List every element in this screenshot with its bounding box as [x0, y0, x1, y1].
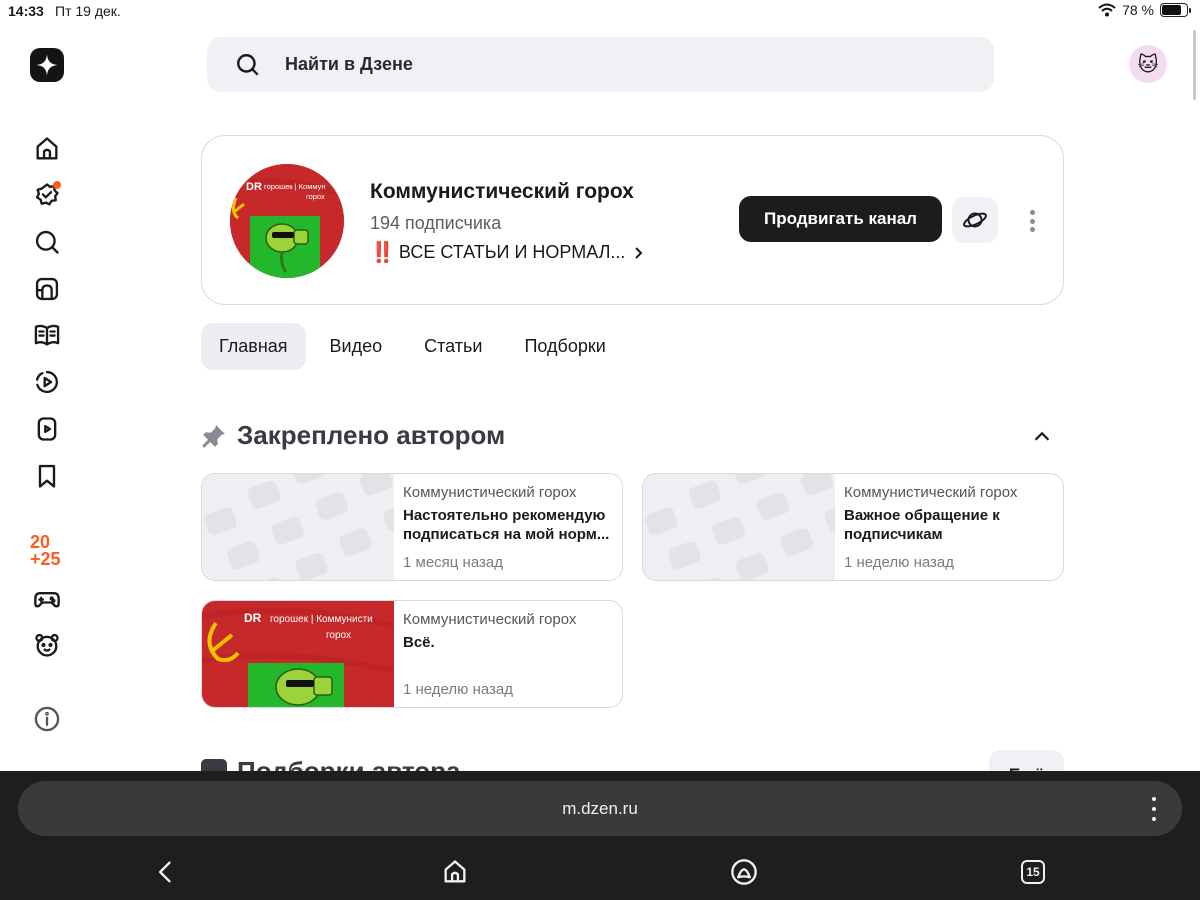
battery-icon	[1160, 3, 1191, 17]
tab-main[interactable]: Главная	[201, 323, 306, 370]
kids-icon[interactable]	[32, 630, 62, 660]
tab-articles[interactable]: Статьи	[406, 323, 500, 370]
svg-text:горошек | Коммун: горошек | Коммун	[264, 182, 326, 191]
post-title: Важное обращение к подписчикам	[844, 507, 1000, 543]
channel-more-button[interactable]	[1022, 206, 1042, 236]
articles-icon[interactable]	[32, 320, 62, 350]
chevron-right-icon	[635, 246, 643, 259]
search-placeholder: Найти в Дзене	[285, 54, 413, 74]
post-info: Коммунистический горох Всё.	[403, 611, 612, 652]
status-right: 78 %	[1098, 2, 1191, 18]
alice-button[interactable]	[728, 856, 760, 888]
post-thumbnail-placeholder	[202, 474, 394, 580]
url-text: m.dzen.ru	[562, 798, 638, 818]
browser-toolbar: m.dzen.ru 15	[0, 771, 1200, 900]
user-avatar[interactable]: 🐱	[1129, 45, 1167, 83]
browser-menu-button[interactable]	[1144, 795, 1164, 823]
tab-collections[interactable]: Подборки	[506, 323, 623, 370]
home-icon[interactable]	[32, 134, 62, 164]
year-2025-icon[interactable]: 20 +25	[30, 533, 66, 569]
svg-text:DR: DR	[246, 181, 262, 193]
pinned-post-card[interactable]: DR горошек | Коммунисти горох Коммунисти…	[201, 600, 623, 708]
tab-video[interactable]: Видео	[312, 323, 401, 370]
pinned-post-card[interactable]: Коммунистический горох Важное обращение …	[642, 473, 1064, 581]
post-thumbnail-channel-art: DR горошек | Коммунисти горох	[202, 601, 394, 707]
sidebar: 20 +25	[0, 22, 92, 770]
chevron-up-icon	[1034, 431, 1050, 441]
info-icon[interactable]	[32, 704, 62, 734]
post-author: Коммунистический горох	[403, 611, 577, 628]
post-info: Коммунистический горох Важное обращение …	[844, 484, 1053, 544]
games-icon[interactable]	[32, 584, 62, 614]
year-badge-line2: +25	[30, 549, 61, 569]
double-exclamation-icon: ‼️	[370, 242, 395, 264]
subscriptions-icon[interactable]	[32, 274, 62, 304]
post-title: Настоятельно рекомендую подписаться на м…	[403, 507, 610, 543]
wifi-icon	[1098, 3, 1116, 17]
battery-level	[1162, 5, 1181, 15]
notification-dot	[53, 181, 61, 189]
channel-avatar[interactable]: DR горошек | Коммун горох	[230, 164, 344, 278]
pinned-section-title: Закреплено автором	[201, 420, 505, 451]
shorts-icon[interactable]	[32, 414, 62, 444]
pinned-post-card[interactable]: Коммунистический горох Настоятельно реко…	[201, 473, 623, 581]
search-bar[interactable]: Найти в Дзене	[207, 37, 994, 92]
tabs-count: 15	[1021, 860, 1045, 884]
svg-text:DR: DR	[244, 611, 262, 625]
svg-text:горошек | Коммунисти: горошек | Коммунисти	[270, 614, 373, 625]
channel-description[interactable]: ‼️ ВСЕ СТАТЬИ И НОРМАЛ...	[370, 240, 645, 265]
pin-icon	[202, 424, 225, 448]
post-info: Коммунистический горох Настоятельно реко…	[403, 484, 612, 544]
home-icon	[444, 860, 466, 883]
post-author: Коммунистический горох	[844, 484, 1018, 501]
address-bar[interactable]: m.dzen.ru	[18, 781, 1182, 836]
dzen-logo-icon[interactable]	[30, 48, 64, 82]
post-title: Всё.	[403, 634, 435, 651]
chevron-left-icon	[159, 861, 171, 883]
video-icon[interactable]	[32, 367, 62, 397]
planet-button[interactable]	[952, 197, 998, 243]
channel-tabs: Главная Видео Статьи Подборки	[201, 323, 624, 370]
planet-icon	[963, 212, 987, 228]
scroll-indicator[interactable]	[1193, 30, 1196, 100]
collapse-button[interactable]	[1029, 424, 1055, 450]
svg-text:горох: горох	[306, 192, 325, 201]
channel-description-text: ВСЕ СТАТЬИ И НОРМАЛ...	[398, 242, 626, 262]
search-icon	[237, 53, 259, 76]
alice-icon	[731, 859, 757, 885]
tabs-button[interactable]: 15	[1017, 856, 1049, 888]
tasks-icon[interactable]	[32, 180, 62, 210]
battery-percent: 78 %	[1122, 2, 1154, 18]
post-time: 1 неделю назад	[844, 554, 955, 571]
search-icon[interactable]	[32, 227, 62, 257]
channel-title[interactable]: Коммунистический горох	[370, 180, 634, 204]
post-time: 1 месяц назад	[403, 554, 503, 571]
channel-card: DR горошек | Коммун горох Коммунистическ…	[201, 135, 1064, 305]
svg-text:горох: горох	[326, 630, 351, 641]
back-button[interactable]	[150, 856, 182, 888]
status-date: Пт 19 дек.	[55, 3, 121, 19]
post-thumbnail-placeholder	[643, 474, 835, 580]
post-time: 1 неделю назад	[403, 681, 514, 698]
status-bar: 14:33 Пт 19 дек. 78 %	[0, 0, 1200, 22]
status-time: 14:33	[8, 3, 44, 19]
bookmark-icon[interactable]	[32, 461, 62, 491]
pinned-title-text: Закреплено автором	[237, 420, 506, 450]
subscriber-count: 194 подписчика	[370, 213, 502, 233]
promote-channel-button[interactable]: Продвигать канал	[739, 196, 942, 242]
home-button[interactable]	[439, 856, 471, 888]
post-author: Коммунистический горох	[403, 484, 577, 501]
